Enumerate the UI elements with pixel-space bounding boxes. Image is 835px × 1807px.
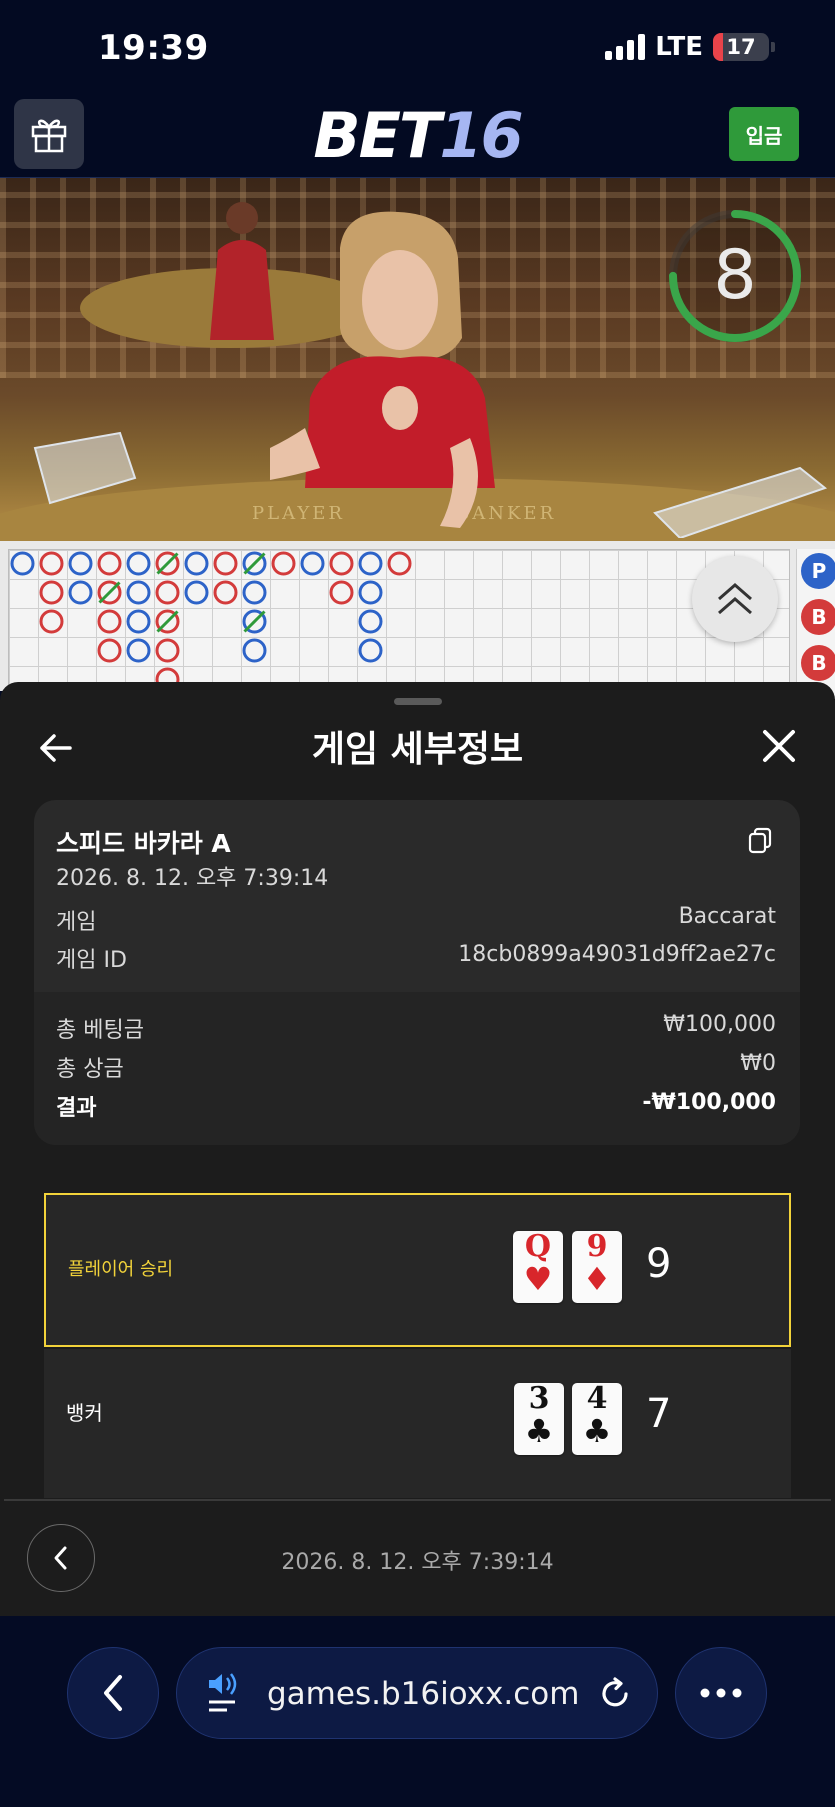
player-bead [300,551,325,576]
game-datetime: 2026. 8. 12. 오후 7:39:14 [56,866,329,891]
banker-bead [39,609,64,634]
close-icon[interactable] [759,726,799,766]
card-shoe-right [653,466,828,538]
background-dealer [210,202,274,340]
signal-icon [605,34,646,60]
footer-datetime: 2026. 8. 12. 오후 7:39:14 [281,1550,554,1575]
roadmap-marks [10,551,412,692]
game-info-section: 스피드 바카라 A 2026. 8. 12. 오후 7:39:14 게임 Bacc… [34,800,800,986]
browser-back-button[interactable] [67,1647,159,1739]
battery-icon: 17 [713,33,769,61]
chevron-left-icon [104,1675,122,1711]
status-bar: 19:39 LTE 17 [0,0,835,95]
roadmap-marker: B [801,645,835,681]
bet16-logo[interactable]: BET16 [0,99,835,172]
banker-result-label: 뱅커 [66,1401,103,1425]
banker-bead [213,551,238,576]
battery-level: 17 [726,35,756,59]
player-bead [126,580,151,605]
banker-bead [39,580,64,605]
double-chevron-up-icon [718,583,752,615]
status-time: 19:39 [98,28,209,68]
player-bead [358,580,383,605]
player-bead [10,551,35,576]
url-text: games.b16ioxx.com [267,1676,580,1712]
banker-score: 7 [646,1391,672,1437]
player-bead [358,551,383,576]
dealer [270,211,495,528]
countdown-number: 8 [713,236,757,315]
banker-bead [329,580,354,605]
browser-toolbar: games.b16ioxx.com [0,1616,835,1807]
bet-totals-section: 총 베팅금 ₩100,000 총 상금 ₩0 결과 -₩100,000 [34,992,800,1145]
player-bead [358,609,383,634]
player-bead [184,580,209,605]
playing-card: Q ♥ [513,1230,563,1303]
banker-bead [97,638,122,663]
player-bead [242,580,267,605]
sheet-divider [4,1499,831,1501]
url-bar[interactable]: games.b16ioxx.com [176,1647,658,1739]
game-info-card: 스피드 바카라 A 2026. 8. 12. 오후 7:39:14 게임 Bacc… [34,800,800,1145]
game-name: 스피드 바카라 A [56,829,231,858]
battery-tip [771,42,775,52]
player-bead [126,638,151,663]
playing-card: 3 ♣ [514,1382,564,1455]
sheet-handle[interactable] [394,698,442,705]
banker-bead [155,580,180,605]
player-bead [68,580,93,605]
ellipsis-icon [700,1688,742,1698]
banker-bead [39,551,64,576]
banker-bead [271,551,296,576]
player-result-label: 플레이어 승리 [68,1259,174,1280]
player-bead [126,609,151,634]
roadmap-marker: P [801,553,835,589]
player-score: 9 [646,1241,672,1287]
copy-icon[interactable] [746,826,774,854]
banker-bead [97,609,122,634]
network-label: LTE [655,32,703,62]
banker-bead [155,638,180,663]
roadmap-marker: B [801,599,835,635]
live-video: PLAYER BANKER 8 [0,178,835,541]
player-bead [68,551,93,576]
banker-result: 뱅커 3 ♣ 4 ♣ 7 [44,1349,791,1498]
deposit-button[interactable]: 입금 [729,107,799,161]
player-bead [358,638,383,663]
reload-icon[interactable] [597,1676,633,1712]
card-shoe-left [33,431,137,505]
more-options-button[interactable] [675,1647,767,1739]
status-indicators: LTE 17 [605,32,775,62]
speaker-reader-icon [209,1673,237,1712]
playing-card: 9 ♦ [572,1230,622,1303]
player-bead [126,551,151,576]
roadmap-side: P B B [796,549,835,699]
player-bead [184,551,209,576]
player-result: 플레이어 승리 Q ♥ 9 ♦ 9 [44,1193,791,1347]
sheet-title: 게임 세부정보 [311,729,524,770]
playing-card: 4 ♣ [572,1382,622,1455]
app-header: BET16 입금 [0,95,835,178]
banker-bead [387,551,412,576]
player-bead [242,638,267,663]
expand-roadmap-button[interactable] [692,556,778,642]
banker-bead [329,551,354,576]
banker-bead [97,551,122,576]
banker-bead [213,580,238,605]
